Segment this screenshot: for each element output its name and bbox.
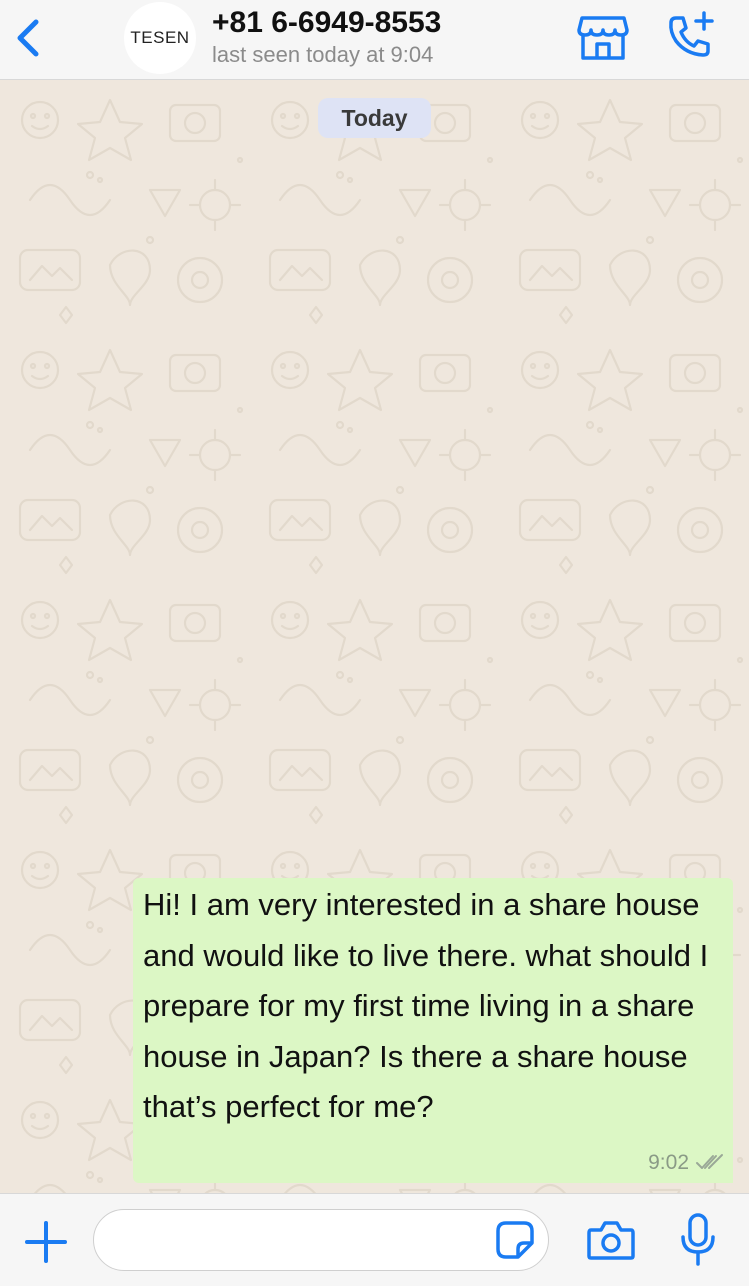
business-store-button[interactable] <box>576 14 630 62</box>
camera-icon <box>587 1221 635 1260</box>
voice-call-button[interactable] <box>664 10 716 62</box>
voice-message-button[interactable] <box>678 1212 718 1268</box>
chat-header: TESEN +81 6-6949-8553 last seen today at… <box>0 0 749 80</box>
outgoing-message-bubble[interactable]: Hi! I am very interested in a share hous… <box>133 878 733 1183</box>
attach-button[interactable] <box>24 1220 68 1264</box>
microphone-icon <box>681 1213 715 1266</box>
date-separator: Today <box>318 98 431 138</box>
last-seen-status: last seen today at 9:04 <box>212 42 434 67</box>
message-time: 9:02 <box>648 1151 689 1174</box>
chevron-left-icon <box>17 19 39 57</box>
phone-plus-icon <box>669 11 714 57</box>
message-text: Hi! I am very interested in a share hous… <box>143 887 709 1125</box>
chat-area[interactable]: Today Hi! I am very interested in a shar… <box>0 80 749 1193</box>
avatar[interactable]: TESEN <box>124 2 196 74</box>
sticker-icon <box>496 1221 534 1259</box>
message-input-bar <box>0 1193 749 1286</box>
contact-name[interactable]: +81 6-6949-8553 <box>212 6 441 40</box>
plus-icon <box>25 1221 67 1263</box>
message-input[interactable] <box>93 1209 549 1271</box>
camera-button[interactable] <box>586 1218 636 1262</box>
store-icon <box>577 16 629 60</box>
sticker-button[interactable] <box>494 1219 536 1261</box>
avatar-logo-text: TESEN <box>130 28 190 47</box>
double-check-icon <box>696 1154 723 1169</box>
date-label: Today <box>341 104 408 131</box>
back-button[interactable] <box>12 16 46 60</box>
